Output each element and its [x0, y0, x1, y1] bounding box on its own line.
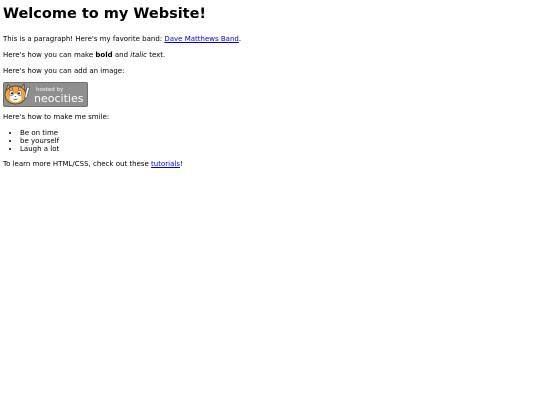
neocities-badge-image: hosted by neocities: [3, 82, 88, 108]
page-content: Welcome to my Website! This is a paragra…: [0, 0, 540, 168]
paragraph-tutorials: To learn more HTML/CSS, check out these …: [3, 160, 537, 168]
smile-list: Be on time be yourself Laugh a lot: [3, 129, 537, 153]
formatting-middle: and: [112, 50, 131, 59]
list-item: Be on time: [20, 129, 537, 137]
tutorials-suffix: !: [179, 160, 183, 169]
tutorials-link[interactable]: tutorials: [151, 160, 180, 168]
italic-text: italic: [130, 50, 147, 59]
band-link[interactable]: Dave Matthews Band: [164, 35, 238, 43]
paragraph-formatting: Here's how you can make bold and italic …: [3, 51, 537, 59]
paragraph-end: .: [238, 34, 242, 43]
formatting-suffix: text.: [146, 50, 166, 59]
neocities-badge-graphic: hosted by neocities: [3, 82, 88, 108]
badge-line2: neocities: [34, 92, 84, 105]
paragraph-favorite-band: This is a paragraph! Here's my favorite …: [3, 35, 537, 43]
list-item: Laugh a lot: [20, 145, 537, 153]
bold-text: bold: [95, 50, 113, 59]
tutorials-prefix: To learn more HTML/CSS, check out these: [3, 160, 152, 169]
list-item: be yourself: [20, 137, 537, 145]
paragraph-image-intro: Here's how you can add an image:: [3, 67, 125, 76]
formatting-prefix: Here's how you can make: [3, 50, 96, 59]
paragraph-text: This is a paragraph! Here's my favorite …: [3, 34, 165, 43]
page-title: Welcome to my Website!: [3, 6, 207, 22]
paragraph-smile-intro: Here's how to make me smile:: [3, 113, 110, 122]
